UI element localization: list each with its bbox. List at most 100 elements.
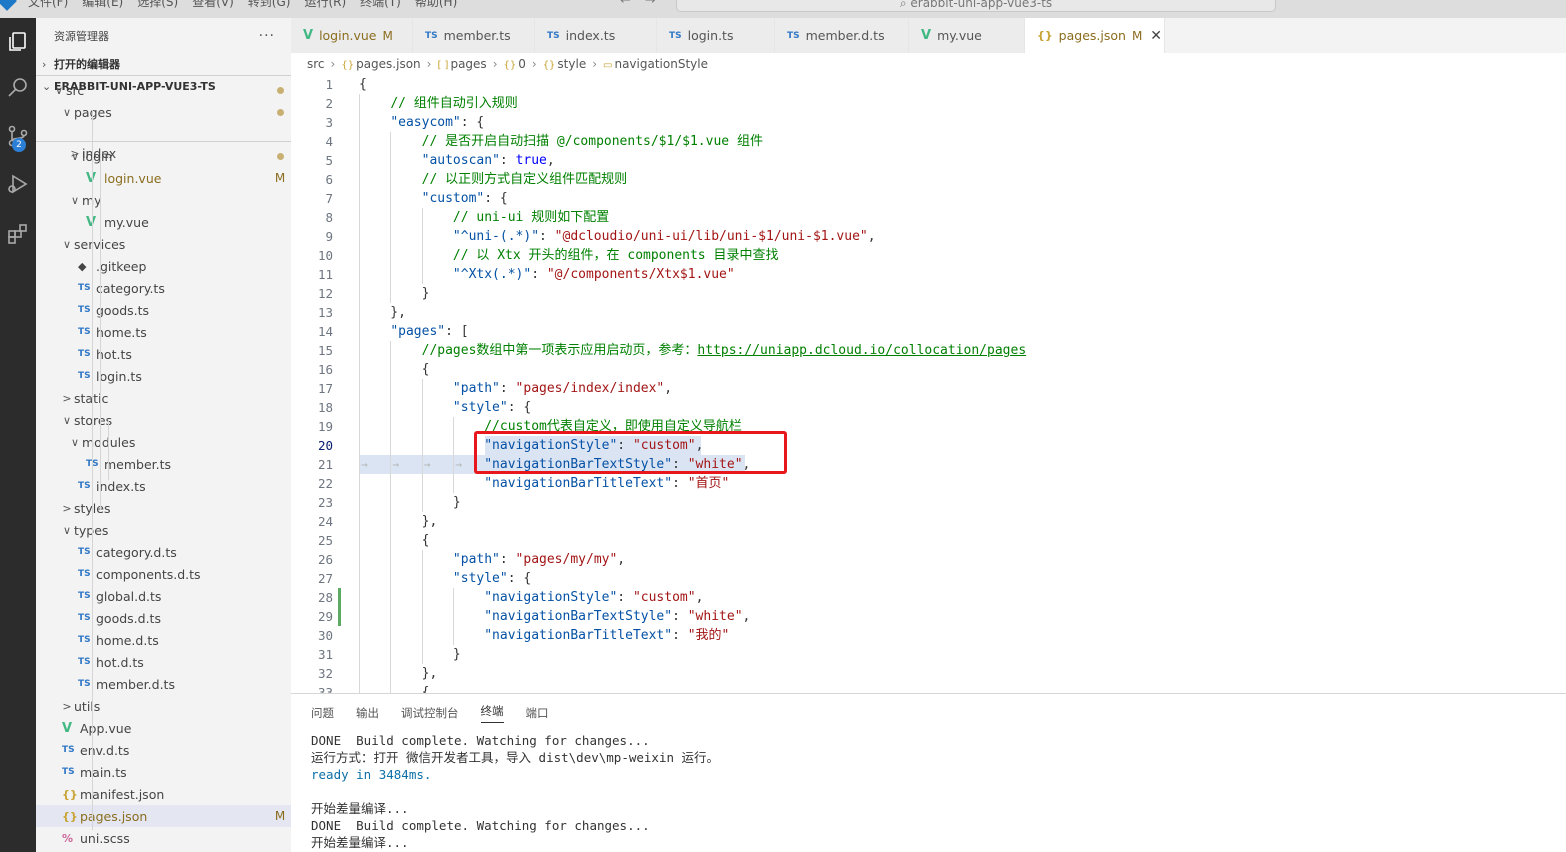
- tab-member-d-ts[interactable]: TS member.d.ts: [775, 18, 909, 53]
- code-line[interactable]: 7 "custom": {: [291, 189, 1566, 208]
- panel-tab[interactable]: 输出: [356, 705, 379, 721]
- tree-item[interactable]: ∨ stores: [36, 409, 291, 431]
- panel-tab[interactable]: 问题: [311, 705, 334, 721]
- tree-item[interactable]: TS goods.d.ts: [36, 607, 291, 629]
- code-line[interactable]: 13 },: [291, 303, 1566, 322]
- breadcrumb-item[interactable]: {} pages.json: [341, 57, 420, 71]
- code-line[interactable]: 10 // 以 Xtx 开头的组件，在 components 目录中查找: [291, 246, 1566, 265]
- tree-item[interactable]: ∨my: [36, 189, 291, 211]
- menu-item[interactable]: 编辑(E): [82, 0, 123, 10]
- command-center-search[interactable]: ⌕ erabbit-uni-app-vue3-ts: [676, 0, 1276, 12]
- breadcrumb-item[interactable]: [ ] pages: [437, 57, 486, 71]
- open-editors-section[interactable]: › 打开的编辑器: [36, 53, 291, 75]
- tree-item[interactable]: TS hot.d.ts: [36, 651, 291, 673]
- history-nav-arrows[interactable]: ←→: [620, 0, 670, 8]
- tree-item[interactable]: {} manifest.json: [36, 783, 291, 805]
- breadcrumb-item[interactable]: {} 0: [504, 57, 526, 71]
- tree-item[interactable]: V App.vue: [36, 717, 291, 739]
- explorer-icon[interactable]: [0, 22, 36, 62]
- search-icon[interactable]: [0, 68, 36, 108]
- tree-item[interactable]: TS home.d.ts: [36, 629, 291, 651]
- tree-item[interactable]: TS hot.ts: [36, 343, 291, 365]
- code-line[interactable]: 26 "path": "pages/my/my",: [291, 550, 1566, 569]
- tree-item[interactable]: ∨services: [36, 233, 291, 255]
- code-line[interactable]: 3 "easycom": {: [291, 113, 1566, 132]
- more-actions-icon[interactable]: ···: [259, 28, 275, 44]
- code-line[interactable]: 33 {: [291, 683, 1566, 693]
- code-line[interactable]: 1{: [291, 75, 1566, 94]
- tree-item[interactable]: TS member.d.ts: [36, 673, 291, 695]
- tab-member-ts[interactable]: TS member.ts: [413, 18, 535, 53]
- extensions-icon[interactable]: [0, 214, 36, 254]
- tree-item[interactable]: TS components.d.ts: [36, 563, 291, 585]
- code-line[interactable]: 29 "navigationBarTextStyle": "white",: [291, 607, 1566, 626]
- tree-item[interactable]: ∨types: [36, 519, 291, 541]
- menu-item[interactable]: 文件(F): [28, 0, 68, 10]
- code-line[interactable]: 30 "navigationBarTitleText": "我的": [291, 626, 1566, 645]
- code-line[interactable]: 2 // 组件自动引入规则: [291, 94, 1566, 113]
- code-editor[interactable]: 1{2 // 组件自动引入规则 3 "easycom": {4 // 是否开启自动…: [291, 75, 1566, 693]
- menu-item[interactable]: 转到(G): [248, 0, 291, 10]
- panel-tab[interactable]: 调试控制台: [401, 705, 459, 721]
- code-line[interactable]: 9 "^uni-(.*)": "@dcloudio/uni-ui/lib/uni…: [291, 227, 1566, 246]
- menu-item[interactable]: 终端(T): [360, 0, 401, 10]
- menu-item[interactable]: 选择(S): [137, 0, 178, 10]
- tab-pages-json[interactable]: {} pages.json M ✕: [1025, 18, 1165, 53]
- tree-item[interactable]: ∨ login: [36, 145, 291, 167]
- code-line[interactable]: 23 }: [291, 493, 1566, 512]
- run-debug-icon[interactable]: [0, 164, 36, 204]
- terminal-output[interactable]: DONE Build complete. Watching for change…: [291, 732, 1566, 851]
- code-line[interactable]: 16 {: [291, 360, 1566, 379]
- code-line[interactable]: 18 "style": {: [291, 398, 1566, 417]
- code-line[interactable]: 4 // 是否开启自动扫描 @/components/$1/$1.vue 组件: [291, 132, 1566, 151]
- tree-item[interactable]: TS goods.ts: [36, 299, 291, 321]
- code-line[interactable]: 15 //pages数组中第一项表示应用启动页，参考：https://uniap…: [291, 341, 1566, 360]
- code-line[interactable]: 5 "autoscan": true,: [291, 151, 1566, 170]
- tree-item[interactable]: TS env.d.ts: [36, 739, 291, 761]
- source-control-icon[interactable]: 2: [0, 116, 36, 156]
- tree-item[interactable]: TS login.ts: [36, 365, 291, 387]
- tree-item[interactable]: >static: [36, 387, 291, 409]
- tree-item[interactable]: TS index.ts: [36, 475, 291, 497]
- tab-index-ts[interactable]: TS index.ts: [535, 18, 657, 53]
- tree-item[interactable]: TS global.d.ts: [36, 585, 291, 607]
- tree-item[interactable]: {} pages.json M: [36, 805, 291, 827]
- tree-item[interactable]: >styles: [36, 497, 291, 519]
- tree-item[interactable]: % uni.scss: [36, 827, 291, 849]
- breadcrumb-item[interactable]: src: [307, 57, 325, 71]
- tree-item[interactable]: ∨pages: [36, 101, 291, 123]
- tree-item[interactable]: TSmember.ts: [36, 453, 291, 475]
- code-line[interactable]: 31 }: [291, 645, 1566, 664]
- tree-item[interactable]: > utils: [36, 695, 291, 717]
- panel-tab[interactable]: 终端: [480, 703, 504, 723]
- tree-item[interactable]: ∨modules: [36, 431, 291, 453]
- tree-item[interactable]: TS category.d.ts: [36, 541, 291, 563]
- code-line[interactable]: 11 "^Xtx(.*)": "@/components/Xtx$1.vue": [291, 265, 1566, 284]
- panel-tab[interactable]: 端口: [526, 705, 549, 721]
- code-line[interactable]: 25 {: [291, 531, 1566, 550]
- close-icon[interactable]: ✕: [1150, 28, 1162, 44]
- code-line[interactable]: 6 // 以正则方式自定义组件匹配规则: [291, 170, 1566, 189]
- code-line[interactable]: 24 },: [291, 512, 1566, 531]
- tree-item[interactable]: ◆ .gitkeep: [36, 255, 291, 277]
- tree-item[interactable]: TS home.ts: [36, 321, 291, 343]
- menu-item[interactable]: 帮助(H): [415, 0, 457, 10]
- code-line[interactable]: 12 }: [291, 284, 1566, 303]
- tree-item[interactable]: TS main.ts: [36, 761, 291, 783]
- tree-item[interactable]: Vlogin.vue M: [36, 167, 291, 189]
- tree-item[interactable]: ∨ src: [36, 79, 291, 101]
- tab-login-vue[interactable]: Vlogin.vue M: [291, 18, 413, 53]
- breadcrumb-item[interactable]: {} style: [543, 57, 587, 71]
- tree-item[interactable]: Vmy.vue: [36, 211, 291, 233]
- code-line[interactable]: 22 "navigationBarTitleText": "首页": [291, 474, 1566, 493]
- code-line[interactable]: 8 // uni-ui 规则如下配置: [291, 208, 1566, 227]
- code-line[interactable]: 14 "pages": [: [291, 322, 1566, 341]
- code-line[interactable]: 32 },: [291, 664, 1566, 683]
- code-line[interactable]: 27 "style": {: [291, 569, 1566, 588]
- tree-item[interactable]: TS category.ts: [36, 277, 291, 299]
- breadcrumb-item[interactable]: ▭ navigationStyle: [603, 57, 708, 71]
- code-line[interactable]: 17 "path": "pages/index/index",: [291, 379, 1566, 398]
- menu-item[interactable]: 运行(R): [304, 0, 346, 10]
- tab-my-vue[interactable]: Vmy.vue: [909, 18, 1025, 53]
- code-line[interactable]: 28 "navigationStyle": "custom",: [291, 588, 1566, 607]
